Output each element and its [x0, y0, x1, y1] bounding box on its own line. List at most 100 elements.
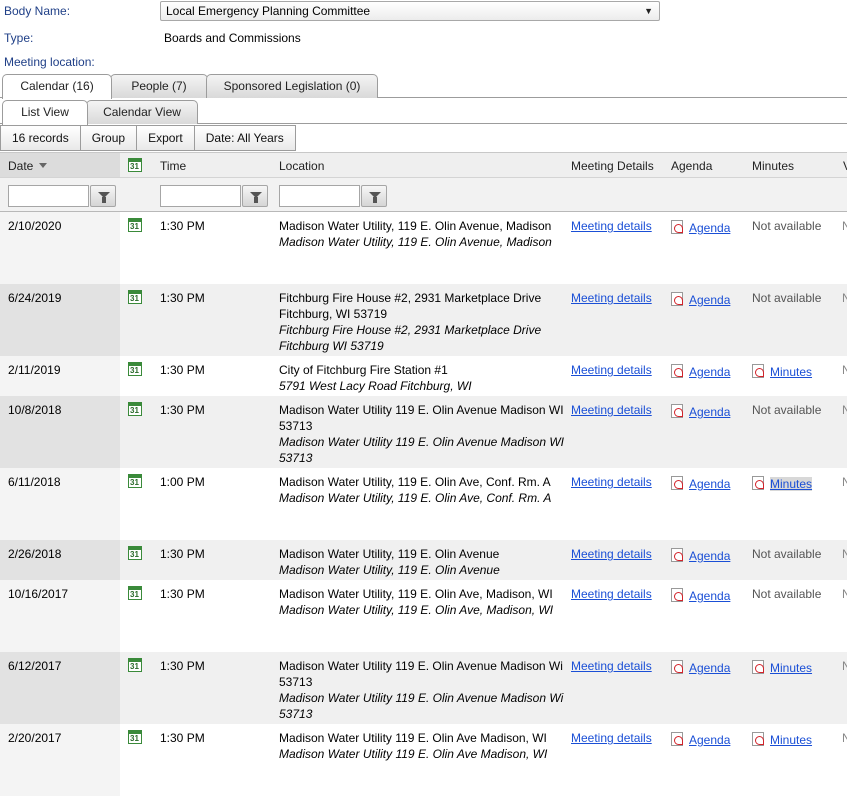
grid-toolbar: 16 records Group Export Date: All Years	[0, 125, 296, 151]
agenda-link[interactable]: Agenda	[689, 221, 730, 235]
time-filter-btn[interactable]	[242, 185, 268, 207]
location-primary: Madison Water Utility, 119 E. Olin Ave, …	[279, 587, 553, 601]
agenda-link[interactable]: Agenda	[689, 405, 730, 419]
location-secondary: Madison Water Utility, 119 E. Olin Ave, …	[279, 491, 552, 505]
header-minutes[interactable]: Minutes	[752, 159, 794, 173]
location-secondary: Madison Water Utility 119 E. Olin Ave Ma…	[279, 747, 548, 761]
body-name-value: Local Emergency Planning Committee	[166, 4, 371, 18]
date-filter-btn[interactable]	[90, 185, 116, 207]
meeting-details-link[interactable]: Meeting details	[571, 475, 652, 489]
header-agenda[interactable]: Agenda	[671, 159, 712, 173]
body-name-label: Body Name:	[4, 4, 71, 18]
header-location[interactable]: Location	[279, 159, 324, 173]
meeting-details-link[interactable]: Meeting details	[571, 659, 652, 673]
agenda-link[interactable]: Agenda	[689, 293, 730, 307]
meeting-date: 2/11/2019	[8, 363, 61, 377]
location-filter-btn[interactable]	[361, 185, 387, 207]
meeting-details-link[interactable]: Meeting details	[571, 547, 652, 561]
location-secondary: Madison Water Utility 119 E. Olin Avenue…	[279, 691, 564, 721]
location-secondary: Madison Water Utility 119 E. Olin Avenue…	[279, 435, 565, 465]
agenda-link[interactable]: Agenda	[689, 549, 730, 563]
date-filter-button[interactable]: Date: All Years	[194, 125, 296, 151]
add-to-calendar[interactable]: 31	[128, 546, 142, 564]
date-filter-input[interactable]	[8, 185, 89, 207]
minutes-link[interactable]: Minutes	[770, 477, 813, 491]
table-row: 10/16/2017 31 1:30 PM Madison Water Utility…	[0, 580, 847, 652]
table-row: 6/24/2019 31 1:30 PM Fitchburg Fire House #…	[0, 284, 847, 356]
agenda-link[interactable]: Agenda	[689, 589, 730, 603]
meeting-details-link[interactable]: Meeting details	[571, 587, 652, 601]
location-primary: Madison Water Utility 119 E. Olin Avenue…	[279, 403, 564, 433]
header-date[interactable]: Date	[8, 159, 48, 173]
header-extra[interactable]: V	[843, 159, 847, 173]
minutes-link[interactable]: Minutes	[770, 661, 812, 675]
meeting-location: Madison Water Utility 119 E. Olin Avenue…	[279, 658, 564, 722]
location-secondary: Madison Water Utility, 119 E. Olin Avenu…	[279, 235, 552, 249]
pdf-icon	[671, 548, 683, 562]
type-value: Boards and Commissions	[164, 31, 301, 45]
meeting-time: 1:00 PM	[160, 475, 205, 489]
add-to-calendar[interactable]: 31	[128, 474, 142, 492]
export-button[interactable]: Export	[137, 125, 195, 151]
location-secondary: Fitchburg Fire House #2, 2931 Marketplac…	[279, 323, 542, 353]
table-row: 6/11/2018 31 1:00 PM Madison Water Utility,…	[0, 468, 847, 540]
header-calendar[interactable]: 31	[128, 158, 142, 175]
meeting-location-label: Meeting location:	[4, 55, 95, 69]
location-secondary: Madison Water Utility, 119 E. Olin Avenu…	[279, 563, 500, 577]
extra-cell: N	[842, 547, 847, 561]
meeting-location: Madison Water Utility 119 E. Olin Ave Ma…	[279, 730, 564, 762]
meeting-details-link[interactable]: Meeting details	[571, 219, 652, 233]
header-meeting-details[interactable]: Meeting Details	[571, 159, 654, 173]
table-row: 2/10/2020 31 1:30 PM Madison Water Utility,…	[0, 212, 847, 284]
calendar-icon: 31	[128, 402, 142, 416]
tab-calendar-view[interactable]: Calendar View	[86, 100, 198, 124]
meeting-location: City of Fitchburg Fire Station #1 5791 We…	[279, 362, 564, 394]
location-primary: Madison Water Utility, 119 E. Olin Ave, …	[279, 475, 551, 489]
tab-sponsored-legislation[interactable]: Sponsored Legislation (0)	[206, 74, 378, 98]
group-button[interactable]: Group	[80, 125, 138, 151]
location-primary: Madison Water Utility, 119 E. Olin Avenu…	[279, 547, 500, 561]
add-to-calendar[interactable]: 31	[128, 658, 142, 676]
calendar-icon: 31	[128, 546, 142, 560]
pdf-icon	[671, 588, 683, 602]
view-tabs: List View Calendar View	[0, 100, 847, 125]
main-tabs: Calendar (16) People (7) Sponsored Legis…	[0, 74, 847, 99]
add-to-calendar[interactable]: 31	[128, 730, 142, 748]
meeting-details-link[interactable]: Meeting details	[571, 403, 652, 417]
funnel-icon	[250, 192, 262, 203]
minutes-link[interactable]: Minutes	[770, 733, 812, 747]
agenda-link[interactable]: Agenda	[689, 477, 730, 491]
agenda-link[interactable]: Agenda	[689, 733, 730, 747]
meeting-time: 1:30 PM	[160, 547, 205, 561]
pdf-icon	[671, 404, 683, 418]
body-name-select[interactable]: Local Emergency Planning Committee ▼	[160, 1, 660, 21]
minutes-link[interactable]: Minutes	[770, 365, 812, 379]
meeting-details-link[interactable]: Meeting details	[571, 363, 652, 377]
add-to-calendar[interactable]: 31	[128, 218, 142, 236]
meetings-grid: Date 31 Time Location Meeting Details Ag…	[0, 152, 847, 796]
location-secondary: 5791 West Lacy Road Fitchburg, WI	[279, 379, 472, 393]
add-to-calendar[interactable]: 31	[128, 362, 142, 380]
header-time[interactable]: Time	[160, 159, 186, 173]
agenda-link[interactable]: Agenda	[689, 365, 730, 379]
tab-list-view[interactable]: List View	[2, 100, 88, 125]
tab-people[interactable]: People (7)	[110, 74, 208, 98]
add-to-calendar[interactable]: 31	[128, 586, 142, 604]
add-to-calendar[interactable]: 31	[128, 290, 142, 308]
location-primary: Madison Water Utility 119 E. Olin Avenue…	[279, 659, 563, 689]
extra-cell: N	[842, 219, 847, 233]
meeting-details-link[interactable]: Meeting details	[571, 731, 652, 745]
location-filter-input[interactable]	[279, 185, 360, 207]
tab-calendar[interactable]: Calendar (16)	[2, 74, 112, 99]
meeting-date: 2/10/2020	[8, 219, 62, 233]
calendar-icon: 31	[128, 158, 142, 172]
add-to-calendar[interactable]: 31	[128, 402, 142, 420]
meeting-date: 10/8/2018	[8, 403, 62, 417]
meeting-location: Fitchburg Fire House #2, 2931 Marketplac…	[279, 290, 564, 354]
time-filter-input[interactable]	[160, 185, 241, 207]
meeting-details-link[interactable]: Meeting details	[571, 291, 652, 305]
agenda-link[interactable]: Agenda	[689, 661, 730, 675]
minutes-not-available: Not available	[752, 547, 822, 561]
pdf-icon	[671, 220, 683, 234]
type-row: Type: Boards and Commissions	[4, 29, 404, 47]
